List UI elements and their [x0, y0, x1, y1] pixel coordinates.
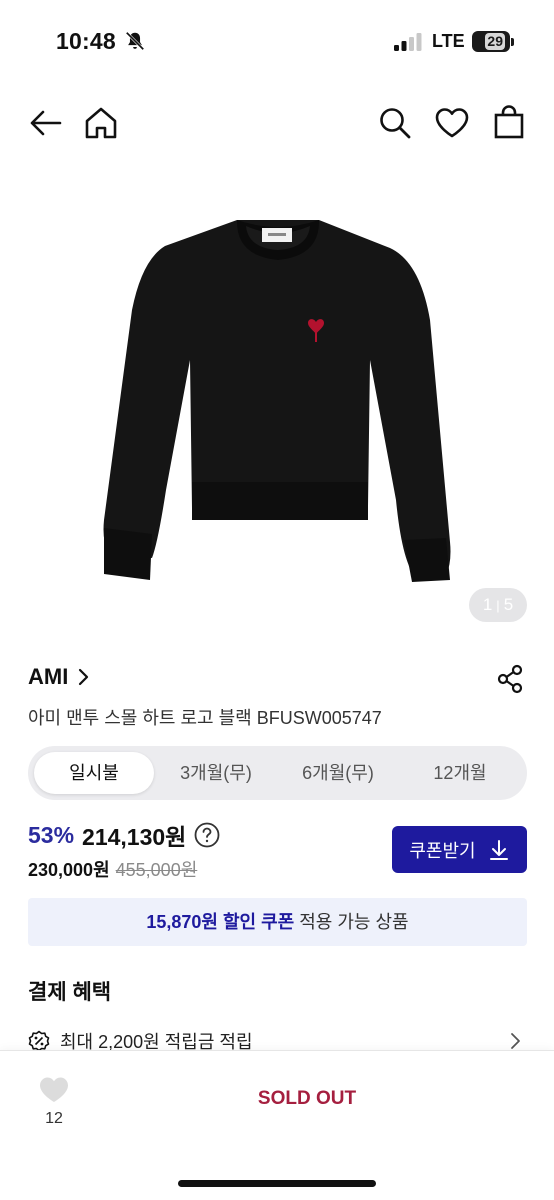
base-price: 230,000원	[28, 860, 110, 880]
image-counter-current: 1	[482, 595, 493, 614]
back-arrow-icon[interactable]	[26, 104, 64, 142]
network-label: LTE	[432, 31, 465, 51]
discount-rate: 53%	[28, 821, 75, 848]
sale-price: 214,130원	[82, 824, 187, 850]
shopping-bag-icon[interactable]	[490, 104, 528, 142]
battery-nub	[511, 38, 514, 46]
price-row: 53% 214,130원	[28, 818, 220, 852]
benefits-title: 결제 혜택	[28, 981, 112, 1004]
home-indicator	[178, 1180, 376, 1187]
home-icon[interactable]	[82, 104, 120, 142]
download-icon	[489, 839, 508, 860]
tab-6-months[interactable]: 6개월(무)	[278, 752, 398, 794]
product-title: 아미 맨투 스몰 하트 로고 블랙 BFUSW005747	[28, 708, 382, 728]
tab-lump-sum[interactable]: 일시불	[34, 752, 154, 794]
signal-icon	[394, 33, 422, 51]
heart-filled-icon	[40, 1077, 68, 1102]
sold-out-button[interactable]: SOLD OUT	[220, 1088, 394, 1110]
wish-count: 12	[45, 1110, 63, 1127]
chevron-right-icon	[511, 1033, 520, 1049]
search-icon[interactable]	[376, 104, 414, 142]
product-image[interactable]	[80, 190, 474, 600]
heart-icon[interactable]	[433, 104, 471, 142]
coupon-banner: 15,870원 할인 쿠폰 적용 가능 상품	[28, 898, 527, 946]
battery-level: 29	[485, 33, 505, 50]
percent-badge-icon	[28, 1030, 50, 1052]
bell-muted-icon	[125, 31, 145, 51]
coupon-button-label: 쿠폰받기	[409, 840, 476, 861]
status-bar: 10:48 LTE 29	[0, 0, 554, 84]
wish-button[interactable]: 12	[36, 1076, 72, 1134]
coupon-banner-text: 적용 가능 상품	[294, 912, 409, 932]
brand-link[interactable]: AMI	[28, 664, 90, 690]
coupon-download-button[interactable]: 쿠폰받기	[392, 826, 527, 873]
price-breakdown: 230,000원 455,000원	[28, 856, 197, 882]
tab-12-months[interactable]: 12개월	[400, 752, 520, 794]
question-icon[interactable]	[194, 822, 220, 848]
chevron-right-icon	[79, 668, 89, 686]
image-counter: 1 | 5	[469, 588, 527, 622]
payment-tabs: 일시불 3개월(무) 6개월(무) 12개월	[28, 746, 527, 800]
brand-name: AMI	[28, 664, 69, 689]
original-price: 455,000원	[115, 860, 198, 880]
battery-icon: 29	[472, 31, 510, 52]
tab-3-months[interactable]: 3개월(무)	[156, 752, 276, 794]
bottom-action-bar	[0, 1050, 554, 1200]
share-icon[interactable]	[496, 664, 524, 694]
coupon-banner-highlight: 15,870원 할인 쿠폰	[146, 912, 295, 932]
image-counter-total: 5	[503, 595, 514, 614]
status-time: 10:48	[56, 28, 116, 54]
